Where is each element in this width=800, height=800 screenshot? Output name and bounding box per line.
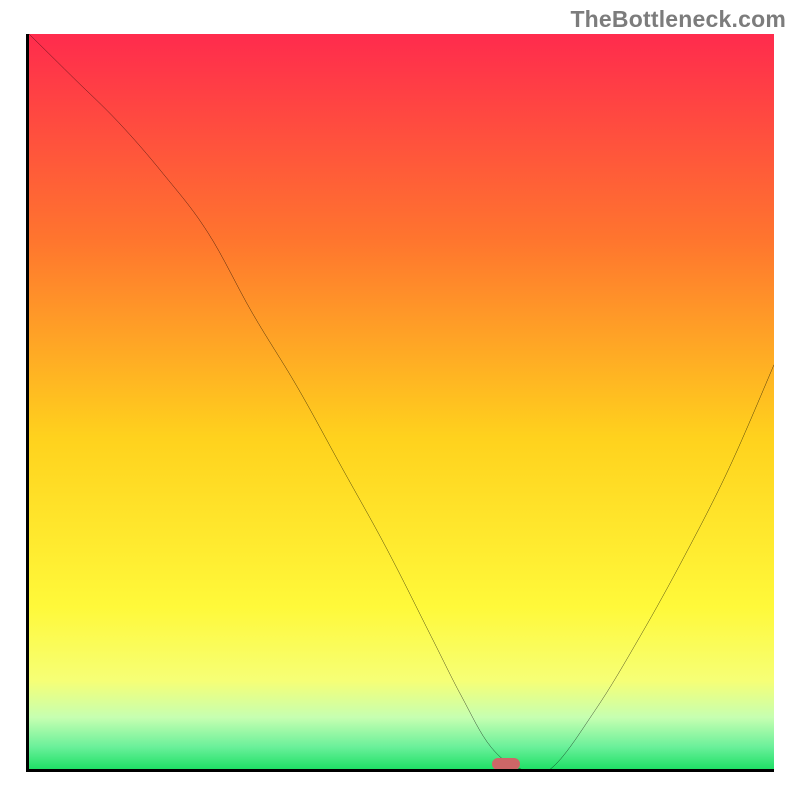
chart-container: TheBottleneck.com — [0, 0, 800, 800]
plot-area — [26, 34, 774, 772]
watermark-label: TheBottleneck.com — [570, 6, 786, 33]
optimal-marker — [492, 758, 520, 770]
bottleneck-curve — [29, 34, 774, 769]
